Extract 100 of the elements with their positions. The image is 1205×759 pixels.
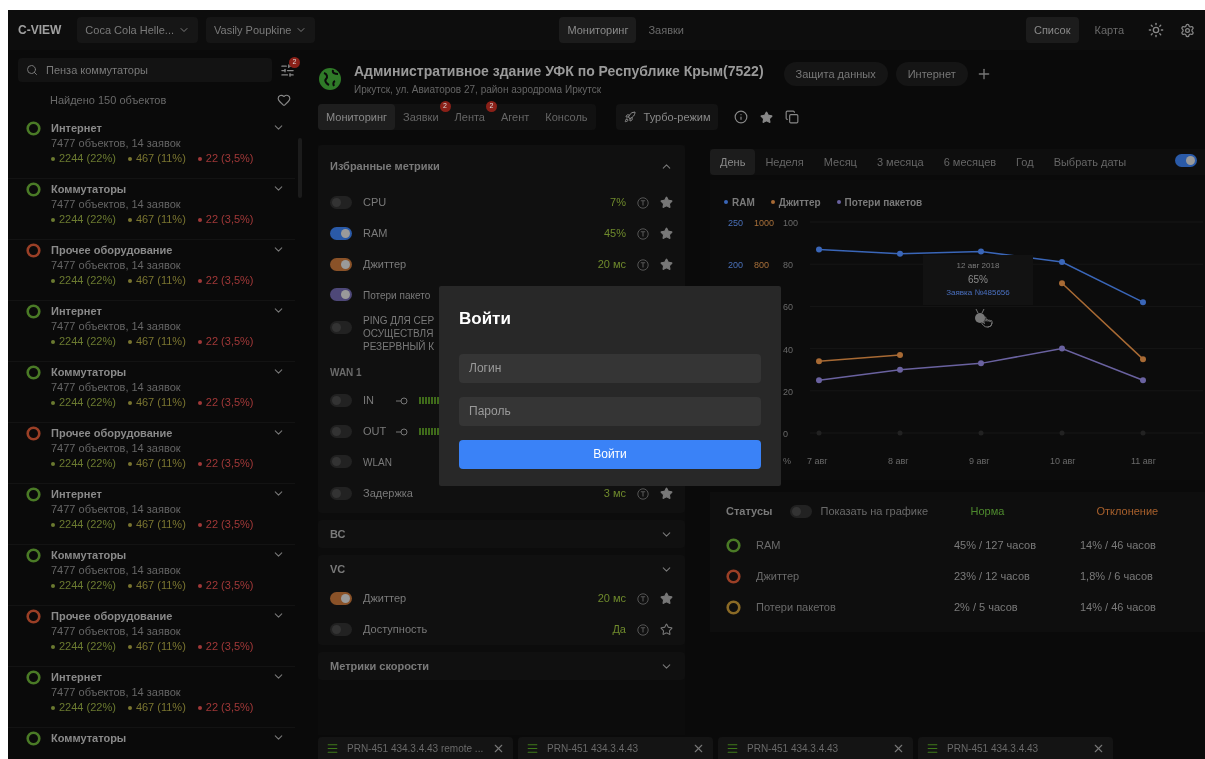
toggle-switch[interactable] xyxy=(330,321,352,334)
toggle-switch[interactable] xyxy=(330,425,352,438)
circle-t-icon[interactable] xyxy=(637,227,649,240)
sidebar-item[interactable]: Интернет 7477 объектов, 14 заявок 2244 (22%) 467 (11%) 22 (3,5%) xyxy=(8,667,295,728)
legend-label: RAM xyxy=(732,195,755,210)
status-name: RAM xyxy=(756,538,782,554)
object-tab[interactable]: Мониторинг xyxy=(318,104,395,130)
view-tab[interactable]: Список xyxy=(1025,17,1079,43)
star-icon[interactable] xyxy=(660,592,673,605)
nav-tab[interactable]: Заявки xyxy=(640,17,692,43)
toggle-switch[interactable] xyxy=(330,287,352,301)
object-address: Иркутск, ул. Авиаторов 27, район аэродрома Иркутск xyxy=(354,83,603,97)
period-tab[interactable]: 3 месяца xyxy=(866,149,934,175)
toggle-switch[interactable] xyxy=(330,227,352,240)
sidebar-item[interactable]: Коммутаторы xyxy=(8,728,295,759)
search-value: Пенза коммутаторы xyxy=(46,62,148,78)
circle-t-icon[interactable] xyxy=(637,487,649,500)
metric-name: Задержка xyxy=(363,486,414,502)
window-tab[interactable]: PRN-451 434.3.4.43 xyxy=(918,737,1113,759)
period-tab[interactable]: 6 месяцев xyxy=(933,149,1007,175)
view-tab[interactable]: Карта xyxy=(1086,17,1132,43)
toggle-switch[interactable] xyxy=(1175,154,1197,167)
tag-chip[interactable]: Защита данных xyxy=(783,62,888,86)
metric-value: 7% xyxy=(610,195,626,211)
info-icon[interactable] xyxy=(734,110,749,124)
point xyxy=(897,250,903,257)
tooltip-link[interactable]: Заявка №485656 xyxy=(946,287,1010,299)
dropdown[interactable]: Coca Cola Helle... xyxy=(77,17,198,43)
period-tab[interactable]: Год xyxy=(1006,149,1044,175)
star-icon[interactable] xyxy=(660,258,673,271)
window-tab[interactable]: PRN-451 434.3.4.43 xyxy=(518,737,713,759)
star-icon[interactable] xyxy=(660,487,673,500)
circle-t-icon[interactable] xyxy=(637,196,649,209)
sidebar-item[interactable]: Коммутаторы 7477 объектов, 14 заявок 2244 (22%) 467 (11%) 22 (3,5%) xyxy=(8,362,295,423)
metric-value: 3 мс xyxy=(603,486,626,502)
input-field[interactable]: Пароль xyxy=(459,396,761,426)
heart-icon[interactable] xyxy=(277,93,291,107)
toggle-switch[interactable] xyxy=(330,623,352,636)
x-tick-label: 9 авг xyxy=(969,456,990,466)
menu-icon xyxy=(526,741,539,755)
filter-icon[interactable] xyxy=(280,62,295,78)
toggle-switch[interactable] xyxy=(790,504,813,518)
circle-t-icon[interactable] xyxy=(637,592,649,605)
period-tab[interactable]: Выбрать даты xyxy=(1043,149,1137,175)
window-tab[interactable]: PRN-451 434.3.4.43 remote ... xyxy=(318,737,513,759)
star-icon[interactable] xyxy=(760,110,774,124)
logo: C-VIEW xyxy=(18,22,62,39)
toggle-switch[interactable] xyxy=(330,592,352,605)
sidebar-item[interactable]: Прочее оборудование 7477 объектов, 14 заявок 2244 (22%) 467 (11%) 22 (3,5%) xyxy=(8,423,295,484)
sidebar-item[interactable]: Интернет 7477 объектов, 14 заявок 2244 (22%) 467 (11%) 22 (3,5%) xyxy=(8,301,295,362)
toggle-switch[interactable] xyxy=(330,394,352,407)
point xyxy=(816,377,822,384)
tag-chip[interactable]: Интернет xyxy=(895,62,968,86)
period-tab[interactable]: День xyxy=(710,149,756,175)
period-tab[interactable]: Месяц xyxy=(813,149,867,175)
item-title: Интернет xyxy=(51,121,103,136)
menu-icon xyxy=(326,741,339,755)
item-subtitle: 7477 объектов, 14 заявок xyxy=(51,380,182,395)
input-field[interactable]: Логин xyxy=(459,353,761,383)
sidebar-item[interactable]: Прочее оборудование 7477 объектов, 14 заявок 2244 (22%) 467 (11%) 22 (3,5%) xyxy=(8,606,295,667)
sidebar-item[interactable]: Интернет 7477 объектов, 14 заявок 2244 (22%) 467 (11%) 22 (3,5%) xyxy=(8,484,295,545)
metric-value: 20 мс xyxy=(597,257,626,273)
circle-t-icon[interactable] xyxy=(637,623,649,636)
y-tick-label: 60 xyxy=(783,302,793,313)
point xyxy=(1059,280,1065,287)
copy-icon[interactable] xyxy=(785,110,800,124)
sidebar-item[interactable]: Прочее оборудование 7477 объектов, 14 заявок 2244 (22%) 467 (11%) 22 (3,5%) xyxy=(8,240,295,301)
sidebar-item[interactable]: Коммутаторы 7477 объектов, 14 заявок 2244 (22%) 467 (11%) 22 (3,5%) xyxy=(8,545,295,606)
star-icon[interactable] xyxy=(660,196,673,209)
stat-text: 22 (3,5%) xyxy=(205,395,254,410)
toggle-switch[interactable] xyxy=(330,487,352,500)
dropdown[interactable]: Vasily Poupkine xyxy=(206,17,316,43)
toggle-switch[interactable] xyxy=(330,454,352,468)
stat-text: 22 (3,5%) xyxy=(205,517,254,532)
toggle-switch[interactable] xyxy=(330,196,352,209)
stat-text: 22 (3,5%) xyxy=(205,151,254,166)
settings-icon[interactable] xyxy=(1180,22,1195,38)
ticket-marker-icon[interactable] xyxy=(973,308,987,324)
search-field[interactable]: Пенза коммутаторы xyxy=(18,58,272,82)
sidebar-item[interactable]: Коммутаторы 7477 объектов, 14 заявок 2244 (22%) 467 (11%) 22 (3,5%) xyxy=(8,179,295,240)
metric-name: CPU xyxy=(363,195,388,211)
star-icon[interactable] xyxy=(660,227,673,240)
turbo-mode-button[interactable]: Турбо-режим xyxy=(615,104,719,130)
item-subtitle: 7477 объектов, 14 заявок xyxy=(51,624,182,639)
circle-t-icon[interactable] xyxy=(637,258,649,271)
window-tab[interactable]: PRN-451 434.3.4.43 xyxy=(718,737,913,759)
object-tab[interactable]: Консоль xyxy=(537,104,596,130)
star-icon[interactable] xyxy=(660,623,673,636)
stat-text: 467 (11%) xyxy=(135,517,186,532)
table-cell-text: 14% / 46 часов xyxy=(1080,600,1156,616)
sidebar-item[interactable]: Интернет 7477 объектов, 14 заявок 2244 (22%) 467 (11%) 22 (3,5%) xyxy=(8,118,295,179)
legend-label: Потери пакетов xyxy=(844,195,923,210)
y-tick-label: 80 xyxy=(783,260,793,271)
point xyxy=(1059,345,1065,352)
login-button[interactable]: Войти xyxy=(459,439,761,469)
sun-icon[interactable] xyxy=(1148,22,1164,38)
period-tab[interactable]: Неделя xyxy=(755,149,814,175)
nav-tab[interactable]: Мониторинг xyxy=(559,17,637,43)
toggle-switch[interactable] xyxy=(330,258,352,271)
y-tick-label: 20 xyxy=(783,386,793,397)
